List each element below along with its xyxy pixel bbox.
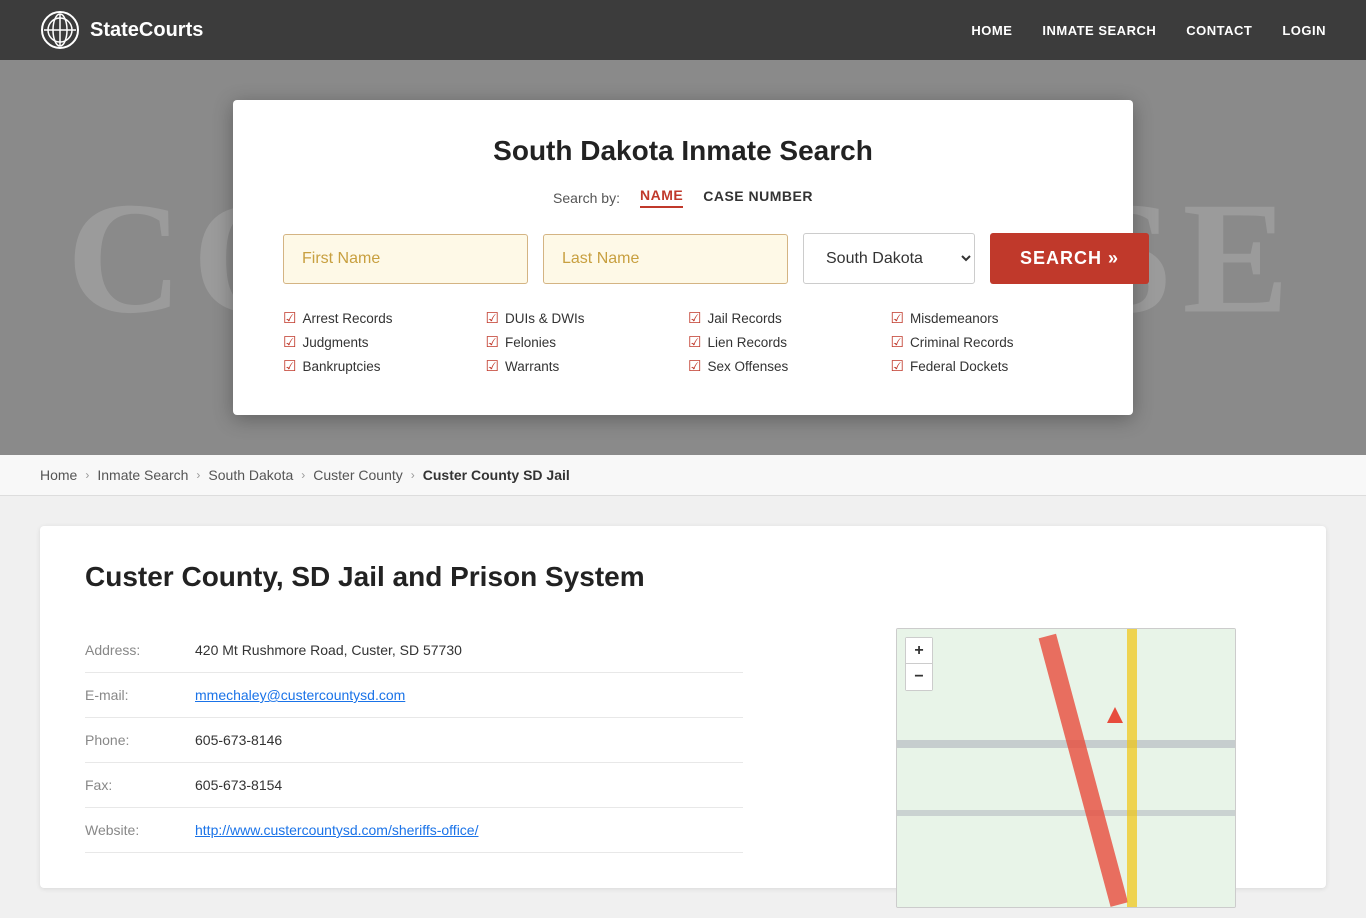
checkbox-item: ☑ Sex Offenses <box>688 357 881 375</box>
info-value: 420 Mt Rushmore Road, Custer, SD 57730 <box>195 642 462 658</box>
search-card: South Dakota Inmate Search Search by: NA… <box>233 100 1133 415</box>
breadcrumb-link[interactable]: South Dakota <box>208 467 293 483</box>
checkbox-label: Lien Records <box>707 335 787 350</box>
breadcrumb-separator: › <box>85 468 89 482</box>
breadcrumb-link[interactable]: Home <box>40 467 77 483</box>
checkbox-item: ☑ Warrants <box>486 357 679 375</box>
check-icon: ☑ <box>891 357 904 375</box>
map-road-h2 <box>897 810 1235 816</box>
map-controls: + − <box>905 637 933 691</box>
info-label: Address: <box>85 642 175 658</box>
check-icon: ☑ <box>283 357 296 375</box>
nav-login[interactable]: LOGIN <box>1282 23 1326 38</box>
checkbox-item: ☑ DUIs & DWIs <box>486 309 679 327</box>
info-row: Address: 420 Mt Rushmore Road, Custer, SD… <box>85 628 743 673</box>
content-card: Custer County, SD Jail and Prison System… <box>40 526 1326 888</box>
checkbox-item: ☑ Felonies <box>486 333 679 351</box>
info-label: Website: <box>85 822 175 838</box>
checkbox-item: ☑ Bankruptcies <box>283 357 476 375</box>
search-button[interactable]: SEARCH » <box>990 233 1149 284</box>
checkbox-label: DUIs & DWIs <box>505 311 585 326</box>
breadcrumb-separator: › <box>411 468 415 482</box>
check-icon: ☑ <box>688 357 701 375</box>
check-icon: ☑ <box>283 309 296 327</box>
checkbox-label: Sex Offenses <box>707 359 788 374</box>
map-zoom-in[interactable]: + <box>906 638 932 664</box>
info-row: Phone: 605-673-8146 <box>85 718 743 763</box>
checkbox-label: Arrest Records <box>302 311 392 326</box>
nav-home[interactable]: HOME <box>971 23 1012 38</box>
checkbox-label: Misdemeanors <box>910 311 999 326</box>
check-icon: ☑ <box>688 309 701 327</box>
checkbox-label: Felonies <box>505 335 556 350</box>
checkbox-label: Federal Dockets <box>910 359 1008 374</box>
logo-area: StateCourts <box>40 10 203 50</box>
breadcrumb-separator: › <box>196 468 200 482</box>
nav-inmate-search[interactable]: INMATE SEARCH <box>1042 23 1156 38</box>
map-road-yellow <box>1127 629 1137 907</box>
checkboxes-grid: ☑ Arrest Records ☑ DUIs & DWIs ☑ Jail Records… <box>283 309 1083 375</box>
check-icon: ☑ <box>283 333 296 351</box>
tab-name[interactable]: NAME <box>640 187 683 208</box>
info-value: 605-673-8146 <box>195 732 282 748</box>
checkbox-item: ☑ Judgments <box>283 333 476 351</box>
tab-case-number[interactable]: CASE NUMBER <box>703 188 813 207</box>
hero-section: COURTHOUSE South Dakota Inmate Search Se… <box>0 60 1366 455</box>
check-icon: ☑ <box>486 357 499 375</box>
checkbox-item: ☑ Arrest Records <box>283 309 476 327</box>
checkbox-label: Criminal Records <box>910 335 1014 350</box>
content-title: Custer County, SD Jail and Prison System <box>85 561 1281 593</box>
breadcrumb-link[interactable]: Inmate Search <box>97 467 188 483</box>
info-value[interactable]: http://www.custercountysd.com/sheriffs-o… <box>195 822 479 838</box>
map-road-red <box>1039 634 1128 907</box>
last-name-input[interactable] <box>543 234 788 284</box>
logo-text: StateCourts <box>90 19 203 42</box>
check-icon: ☑ <box>688 333 701 351</box>
map-container: + − <box>896 628 1236 908</box>
checkbox-label: Bankruptcies <box>302 359 380 374</box>
checkbox-item: ☑ Lien Records <box>688 333 881 351</box>
breadcrumb-current: Custer County SD Jail <box>423 467 570 483</box>
checkbox-item: ☑ Federal Dockets <box>891 357 1084 375</box>
first-name-input[interactable] <box>283 234 528 284</box>
header: StateCourts HOME INMATE SEARCH CONTACT L… <box>0 0 1366 60</box>
info-row: E-mail: mmechaley@custercountysd.com <box>85 673 743 718</box>
checkbox-item: ☑ Criminal Records <box>891 333 1084 351</box>
info-label: E-mail: <box>85 687 175 703</box>
nav-links: HOME INMATE SEARCH CONTACT LOGIN <box>971 23 1326 38</box>
check-icon: ☑ <box>891 333 904 351</box>
check-icon: ☑ <box>486 333 499 351</box>
info-row: Website: http://www.custercountysd.com/sh… <box>85 808 743 853</box>
checkbox-label: Warrants <box>505 359 559 374</box>
breadcrumb: Home › Inmate Search › South Dakota › Custer C… <box>0 455 1366 496</box>
info-value[interactable]: mmechaley@custercountysd.com <box>195 687 405 703</box>
checkbox-item: ☑ Misdemeanors <box>891 309 1084 327</box>
state-select[interactable]: South Dakota Alabama Alaska Arizona Arka… <box>803 233 975 284</box>
checkbox-item: ☑ Jail Records <box>688 309 881 327</box>
checkbox-label: Jail Records <box>707 311 781 326</box>
search-by-label: Search by: <box>553 190 620 206</box>
info-label: Fax: <box>85 777 175 793</box>
check-icon: ☑ <box>891 309 904 327</box>
nav-contact[interactable]: CONTACT <box>1186 23 1252 38</box>
detail-area: Address: 420 Mt Rushmore Road, Custer, SD… <box>85 628 1281 853</box>
breadcrumb-separator: › <box>301 468 305 482</box>
info-value: 605-673-8154 <box>195 777 282 793</box>
checkbox-label: Judgments <box>302 335 368 350</box>
breadcrumb-link[interactable]: Custer County <box>313 467 402 483</box>
main-content: Custer County, SD Jail and Prison System… <box>0 496 1366 918</box>
map-bg: + − <box>897 629 1235 907</box>
map-marker <box>1107 707 1123 723</box>
info-row: Fax: 605-673-8154 <box>85 763 743 808</box>
logo-icon <box>40 10 80 50</box>
check-icon: ☑ <box>486 309 499 327</box>
info-label: Phone: <box>85 732 175 748</box>
search-card-title: South Dakota Inmate Search <box>283 135 1083 167</box>
map-zoom-out[interactable]: − <box>906 664 932 690</box>
search-inputs-row: South Dakota Alabama Alaska Arizona Arka… <box>283 233 1083 284</box>
search-by-row: Search by: NAME CASE NUMBER <box>283 187 1083 208</box>
info-table: Address: 420 Mt Rushmore Road, Custer, SD… <box>85 628 743 853</box>
